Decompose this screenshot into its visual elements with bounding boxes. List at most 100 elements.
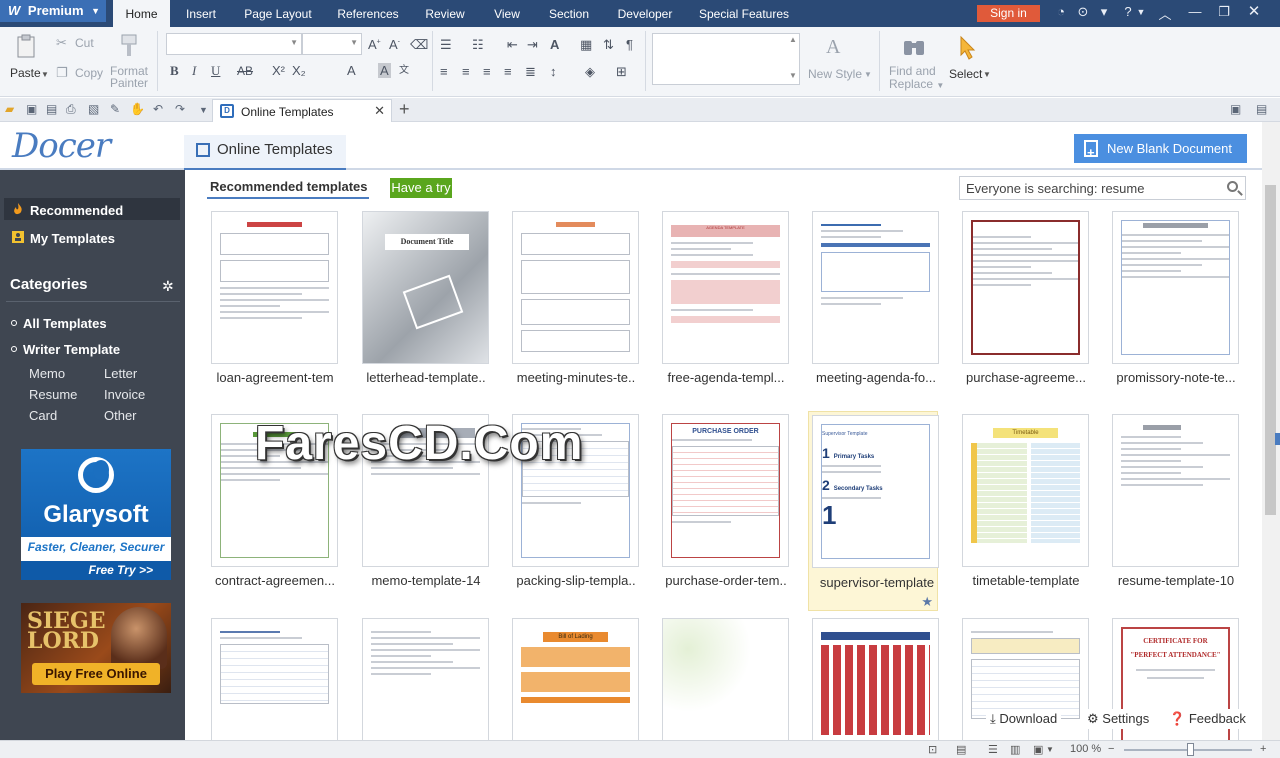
zoom-slider-knob[interactable]	[1187, 743, 1194, 756]
docer-logo[interactable]: Docer	[12, 126, 111, 166]
template-card[interactable]: Document Title letterhead-template..	[361, 209, 491, 409]
document-tab[interactable]: D Online Templates ✕	[212, 99, 392, 122]
shrink-font-icon[interactable]: A-	[389, 37, 400, 52]
template-card[interactable]: purchase-agreeme...	[961, 209, 1091, 409]
tab-special-features[interactable]: Special Features	[696, 0, 792, 27]
highlight-icon[interactable]: A	[378, 63, 391, 78]
window-list-icon[interactable]: ▤	[1256, 102, 1267, 116]
template-card[interactable]	[811, 616, 941, 740]
shirt-icon[interactable]: ▾	[1096, 4, 1112, 20]
sign-in-button[interactable]: Sign in	[977, 5, 1040, 22]
redo-icon[interactable]: ↷	[175, 102, 185, 116]
restore-icon[interactable]: ❐	[1216, 4, 1232, 20]
tab-references[interactable]: References	[332, 0, 404, 27]
category-all-templates[interactable]: All Templates	[23, 316, 107, 331]
subcategory-letter[interactable]: Letter	[104, 366, 137, 381]
shading-icon[interactable]: ◈	[585, 64, 595, 80]
gear-icon[interactable]: ✲	[162, 278, 174, 295]
skin-icon[interactable]: ◔	[1053, 4, 1069, 19]
chevron-up-icon[interactable]: ▲	[789, 35, 797, 44]
template-card[interactable]	[361, 616, 491, 740]
table-icon[interactable]: ▦	[580, 37, 592, 53]
grow-font-icon[interactable]: A+	[368, 37, 381, 52]
bold-button[interactable]: B	[170, 63, 179, 79]
distribute-icon[interactable]: ≣	[525, 64, 536, 80]
align-center-icon[interactable]: ≡	[462, 64, 470, 79]
sidebar-item-my-templates[interactable]: My Templates	[30, 231, 115, 246]
subscript-icon[interactable]: X₂	[292, 63, 306, 78]
italic-button[interactable]: I	[192, 63, 196, 79]
side-panel-handle[interactable]	[1275, 433, 1280, 445]
chevron-down-icon[interactable]: ▼	[41, 70, 49, 79]
print-preview-icon[interactable]: ▤	[46, 102, 57, 116]
chevron-down-icon[interactable]: ▼	[1133, 7, 1149, 17]
fit-page-icon[interactable]: ⊡	[928, 743, 937, 756]
open-folder-icon[interactable]: ▰	[5, 102, 14, 116]
close-tab-icon[interactable]: ✕	[374, 103, 385, 119]
select-button[interactable]: Select	[949, 67, 982, 81]
increase-indent-icon[interactable]: ⇥	[527, 37, 538, 53]
undo-icon[interactable]: ↶	[153, 102, 163, 116]
favorite-star-icon[interactable]: ★	[921, 594, 933, 610]
template-card[interactable]: PURCHASE ORDER purchase-order-tem..	[661, 412, 791, 612]
premium-menu-button[interactable]: W Premium ▼	[0, 0, 106, 22]
superscript-icon[interactable]: X²	[272, 63, 285, 78]
chevron-down-icon[interactable]: ▼	[1046, 745, 1054, 754]
have-a-try-button[interactable]: Have a try	[390, 178, 452, 198]
paste-button[interactable]: Paste	[10, 66, 41, 80]
web-layout-icon[interactable]: ▥	[1010, 743, 1020, 756]
align-left-icon[interactable]: ≡	[440, 64, 448, 79]
outline-view-icon[interactable]: ☰	[988, 743, 998, 756]
new-style-button[interactable]: New Style	[808, 67, 862, 81]
subcategory-card[interactable]: Card	[29, 408, 57, 423]
template-card[interactable]: meeting-agenda-fo...	[811, 209, 941, 409]
line-spacing-icon[interactable]: ↕	[550, 64, 557, 79]
font-name-field[interactable]: ▼	[166, 33, 302, 55]
subcategory-memo[interactable]: Memo	[29, 366, 65, 381]
glarysoft-ad-banner[interactable]: Glarysoft Faster, Cleaner, Securer Free …	[21, 449, 171, 580]
template-card[interactable]: resume-template-10	[1111, 412, 1241, 612]
reading-mode-icon[interactable]: ▣	[1033, 743, 1043, 756]
zoom-in-icon[interactable]: +	[1260, 743, 1266, 755]
style-gallery[interactable]	[652, 33, 800, 85]
sidebar-item-label[interactable]: Recommended	[30, 203, 123, 218]
clear-format-icon[interactable]: ⌫	[410, 37, 428, 53]
show-marks-icon[interactable]: ¶	[626, 37, 633, 52]
text-effect-icon[interactable]: A	[347, 63, 356, 78]
template-card[interactable]: Timetable timetable-template	[961, 412, 1091, 612]
vertical-scrollbar[interactable]	[1262, 122, 1280, 740]
text-direction-icon[interactable]: A	[550, 37, 559, 52]
decrease-indent-icon[interactable]: ⇤	[507, 37, 518, 53]
find-replace-button[interactable]: Find and Replace ▼	[889, 65, 944, 92]
window-tile-icon[interactable]: ▣	[1230, 102, 1241, 116]
close-icon[interactable]: ✕	[1246, 2, 1262, 20]
format-painter-button[interactable]: Format Painter	[110, 65, 148, 89]
ad-free-try-link[interactable]: Free Try >>	[21, 561, 171, 580]
paste-icon[interactable]	[14, 33, 40, 59]
borders-icon[interactable]: ⊞	[616, 64, 627, 80]
copy-button[interactable]: Copy	[75, 66, 103, 80]
template-card[interactable]: Bill of Lading	[511, 616, 641, 740]
tab-online-templates[interactable]: Online Templates	[184, 135, 346, 170]
template-search-input[interactable]: Everyone is searching: resume	[959, 176, 1246, 200]
template-card-selected[interactable]: Supervisor Template 1 Primary Tasks 2 Se…	[808, 411, 939, 611]
template-card[interactable]	[210, 616, 340, 740]
print-icon[interactable]: ⎙	[66, 102, 76, 117]
chevron-down-icon[interactable]: ▼	[864, 70, 872, 79]
tab-review[interactable]: Review	[420, 0, 470, 27]
numbering-icon[interactable]: ☷	[472, 37, 484, 53]
print-layout-icon[interactable]: ▤	[956, 743, 966, 756]
new-blank-document-button[interactable]: New Blank Document	[1074, 134, 1247, 167]
collapse-ribbon-icon[interactable]: ︿	[1157, 4, 1173, 23]
export-pdf-icon[interactable]: ▧	[88, 102, 99, 116]
hand-icon[interactable]: ✋	[130, 102, 145, 116]
tab-view[interactable]: View	[488, 0, 526, 27]
align-right-icon[interactable]: ≡	[483, 64, 491, 79]
subcategory-resume[interactable]: Resume	[29, 387, 77, 402]
template-card[interactable]: promissory-note-te...	[1111, 209, 1241, 409]
play-free-online-button[interactable]: Play Free Online	[32, 663, 160, 685]
new-tab-button[interactable]: +	[399, 99, 410, 120]
cut-button[interactable]: Cut	[75, 36, 94, 50]
template-card[interactable]: AGENDA TEMPLATE free-agenda-templ...	[661, 209, 791, 409]
template-card[interactable]: meeting-minutes-te..	[511, 209, 641, 409]
